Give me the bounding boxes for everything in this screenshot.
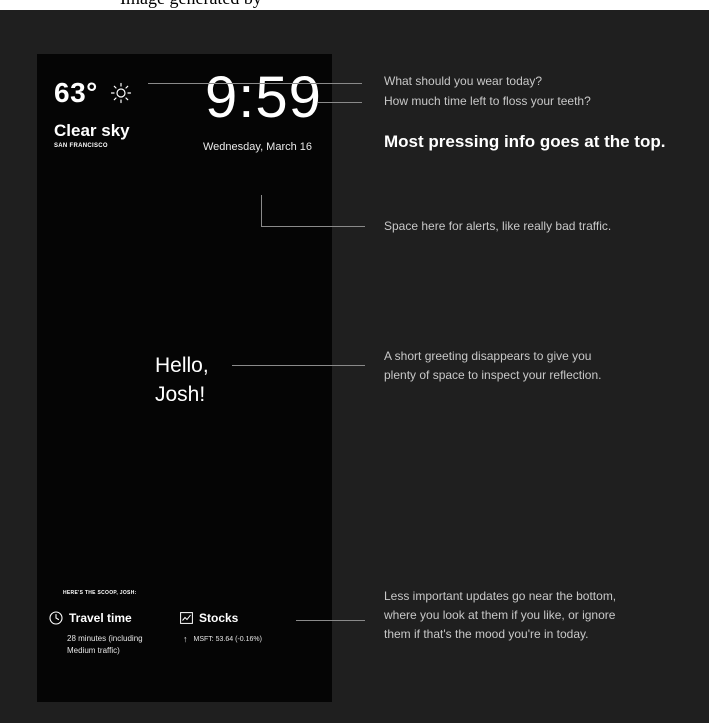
up-arrow-icon: ↑ [183, 634, 188, 644]
annotation-pressing: Most pressing info goes at the top. [384, 132, 666, 151]
clock-time: 9:59 [205, 65, 322, 130]
leader-line-greeting [232, 365, 365, 366]
top-caption-strip: Image generated by [0, 0, 709, 10]
top-caption-text: Image generated by [120, 0, 262, 9]
chart-icon [180, 612, 193, 624]
greeting-line-1: Hello, [155, 354, 209, 377]
travel-detail-line-1: 28 minutes (including [67, 634, 143, 643]
presentation-canvas: 63° Clear sky SAN FRANCISCO 9:59 Wednesd… [0, 10, 709, 723]
leader-line-alerts-vertical [261, 195, 262, 226]
weather-row: 63° [54, 77, 132, 109]
travel-time-header: Travel time [49, 611, 132, 625]
annotation-greeting-line-2: plenty of space to inspect your reflecti… [384, 368, 602, 382]
smart-mirror-screen: 63° Clear sky SAN FRANCISCO 9:59 Wednesd… [37, 54, 332, 702]
stocks-title: Stocks [199, 611, 239, 625]
scoop-label: HERE'S THE SCOOP, JOSH: [63, 590, 137, 596]
weather-location: SAN FRANCISCO [54, 143, 108, 149]
greeting-line-2: Josh! [155, 383, 206, 406]
travel-time-title: Travel time [69, 611, 132, 625]
stock-quote: MSFT: 53.64 (-0.16%) [193, 635, 262, 643]
annotation-bottom-line-2: where you look at them if you like, or i… [384, 608, 616, 622]
travel-detail-line-2: Medium traffic) [67, 646, 120, 655]
leader-line-bottom [296, 620, 365, 621]
travel-time-detail: 28 minutes (including Medium traffic) [67, 633, 143, 657]
sun-icon [110, 82, 131, 104]
annotation-bottom-line-3: them if that's the mood you're in today. [384, 627, 589, 641]
leader-line-floss [318, 102, 362, 103]
annotation-alerts: Space here for alerts, like really bad t… [384, 219, 612, 233]
temperature: 63° [54, 77, 98, 108]
stocks-header: Stocks [180, 611, 238, 625]
weather-condition: Clear sky [54, 121, 130, 140]
greeting: Hello, Josh! [155, 351, 209, 409]
leader-line-wear [148, 83, 362, 84]
annotation-floss: How much time left to floss your teeth? [384, 94, 591, 108]
annotation-greeting: A short greeting disappears to give you … [384, 347, 601, 385]
annotation-wear: What should you wear today? [384, 74, 543, 88]
annotation-greeting-line-1: A short greeting disappears to give you [384, 349, 592, 363]
clock-date: Wednesday, March 16 [203, 141, 313, 153]
annotation-bottom: Less important updates go near the botto… [384, 587, 616, 644]
clock-icon [49, 611, 63, 625]
annotation-bottom-line-1: Less important updates go near the botto… [384, 589, 617, 603]
stocks-detail: ↑ MSFT: 53.64 (-0.16%) [183, 634, 262, 644]
leader-line-alerts [261, 226, 365, 227]
stage: Image generated by 63° [0, 0, 709, 723]
